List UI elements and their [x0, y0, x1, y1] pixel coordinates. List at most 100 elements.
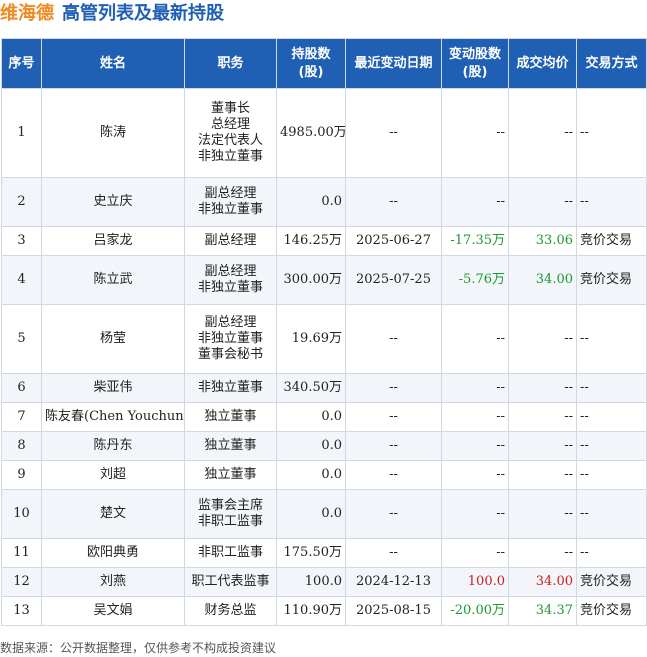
data-source-note: 数据来源：公开数据整理，仅供参考不构成投资建议 [0, 641, 277, 655]
cell-date: -- [345, 177, 442, 227]
cell-change: -- [441, 177, 509, 227]
cell-no: 4 [1, 255, 42, 305]
cell-price: -- [508, 373, 577, 403]
duty-item: 董事长 [210, 101, 250, 116]
cell-method: -- [576, 538, 647, 568]
duty-item: 法定代表人 [197, 133, 263, 148]
cell-date: 2025-06-27 [345, 226, 442, 256]
table-row: 4 陈立武 副总经理 非独立董事 300.00万 2025-07-25 -5.76万 34.0… [1, 255, 647, 305]
cell-change: 100.0 [441, 567, 509, 597]
cell-price: -- [508, 489, 577, 539]
cell-no: 10 [1, 489, 42, 539]
duty-item: 非职工监事 [197, 545, 263, 560]
cell-shares: 0.0 [276, 460, 346, 490]
cell-shares: 0.0 [276, 177, 346, 227]
col-header-duty: 职务 [184, 38, 277, 89]
cell-name: 刘超 [41, 460, 185, 490]
duty-item: 董事会秘书 [197, 347, 263, 362]
col-header-shares-text: 持股数(股) [291, 46, 331, 80]
duty-item: 非独立董事 [197, 202, 263, 217]
cell-name: 杨莹 [41, 304, 185, 374]
cell-shares: 0.0 [276, 431, 346, 461]
col-header-shares: 持股数(股) [276, 38, 346, 89]
cell-date: -- [345, 431, 442, 461]
cell-no: 8 [1, 431, 42, 461]
cell-price: -- [508, 460, 577, 490]
cell-no: 13 [1, 596, 42, 626]
duty-item: 副总经理 [204, 315, 257, 330]
cell-duty: 董事长 总经理 法定代表人 非独立董事 [184, 88, 277, 178]
col-header-date: 最近变动日期 [345, 38, 442, 89]
cell-duty: 副总经理 [184, 226, 277, 256]
table-row: 2 史立庆 副总经理 非独立董事 0.0 -- -- -- -- [1, 177, 647, 227]
duty-item: 副总经理 [204, 233, 257, 248]
cell-duty: 职工代表监事 [184, 567, 277, 597]
duty-item: 财务总监 [204, 603, 257, 618]
cell-date: -- [345, 304, 442, 374]
duty-item: 职工代表监事 [191, 574, 270, 589]
cell-method: 竞价交易 [576, 596, 647, 626]
cell-change: -- [441, 538, 509, 568]
cell-date: -- [345, 402, 442, 432]
cell-no: 9 [1, 460, 42, 490]
col-header-no: 序号 [1, 38, 42, 89]
duty-item: 副总经理 [204, 264, 257, 279]
col-header-method: 交易方式 [576, 38, 647, 89]
cell-change: -- [441, 489, 509, 539]
cell-duty: 独立董事 [184, 431, 277, 461]
page-title: 维海德 高管列表及最新持股 [0, 0, 224, 30]
table-heading: 高管列表及最新持股 [62, 3, 224, 24]
col-header-change: 变动股数(股) [441, 38, 509, 89]
cell-shares: 340.50万 [276, 373, 346, 403]
cell-duty: 副总经理 非独立董事 [184, 255, 277, 305]
cell-method: -- [576, 431, 647, 461]
table-row: 3 吕家龙 副总经理 146.25万 2025-06-27 -17.35万 33.06 竞价交… [1, 226, 647, 256]
cell-no: 7 [1, 402, 42, 432]
cell-shares: 110.90万 [276, 596, 346, 626]
cell-price: -- [508, 538, 577, 568]
cell-no: 3 [1, 226, 42, 256]
table-row: 10 楚文 监事会主席 非职工监事 0.0 -- -- -- -- [1, 489, 647, 539]
cell-method: -- [576, 402, 647, 432]
duty-item: 非独立董事 [197, 280, 263, 295]
cell-name: 史立庆 [41, 177, 185, 227]
cell-name: 刘燕 [41, 567, 185, 597]
table-row: 6 柴亚伟 非独立董事 340.50万 -- -- -- -- [1, 373, 647, 403]
table-row: 5 杨莹 副总经理 非独立董事 董事会秘书 19.69万 -- -- -- -- [1, 304, 647, 374]
cell-change: -17.35万 [441, 226, 509, 256]
cell-duty: 副总经理 非独立董事 董事会秘书 [184, 304, 277, 374]
cell-shares: 175.50万 [276, 538, 346, 568]
duty-item: 独立董事 [204, 409, 257, 424]
cell-duty: 副总经理 非独立董事 [184, 177, 277, 227]
cell-no: 11 [1, 538, 42, 568]
cell-shares: 300.00万 [276, 255, 346, 305]
cell-date: 2025-08-15 [345, 596, 442, 626]
cell-shares: 0.0 [276, 402, 346, 432]
cell-method: -- [576, 304, 647, 374]
cell-duty: 监事会主席 非职工监事 [184, 489, 277, 539]
cell-name: 欧阳典勇 [41, 538, 185, 568]
cell-change: -- [441, 431, 509, 461]
cell-shares: 4985.00万 [276, 88, 346, 178]
cell-price: 34.00 [508, 567, 577, 597]
duty-item: 非独立董事 [197, 380, 263, 395]
cell-name: 柴亚伟 [41, 373, 185, 403]
cell-name: 楚文 [41, 489, 185, 539]
cell-date: 2025-07-25 [345, 255, 442, 305]
cell-change: -- [441, 460, 509, 490]
cell-method: -- [576, 489, 647, 539]
cell-date: -- [345, 373, 442, 403]
header-row: 序号 姓名 职务 持股数(股) 最近变动日期 变动股数(股) 成交均价 交易方式 [1, 38, 647, 89]
cell-change: -- [441, 304, 509, 374]
cell-date: -- [345, 460, 442, 490]
table-body: 1 陈涛 董事长 总经理 法定代表人 非独立董事 4985.00万 -- -- -- -- 2 史立庆副… [1, 88, 647, 626]
cell-price: 34.37 [508, 596, 577, 626]
cell-name: 吴文娟 [41, 596, 185, 626]
cell-price: -- [508, 88, 577, 178]
duty-item: 总经理 [210, 117, 250, 132]
cell-duty: 非独立董事 [184, 373, 277, 403]
table-row: 1 陈涛 董事长 总经理 法定代表人 非独立董事 4985.00万 -- -- -- -- [1, 88, 647, 178]
cell-shares: 19.69万 [276, 304, 346, 374]
col-header-name: 姓名 [41, 38, 185, 89]
cell-duty: 财务总监 [184, 596, 277, 626]
